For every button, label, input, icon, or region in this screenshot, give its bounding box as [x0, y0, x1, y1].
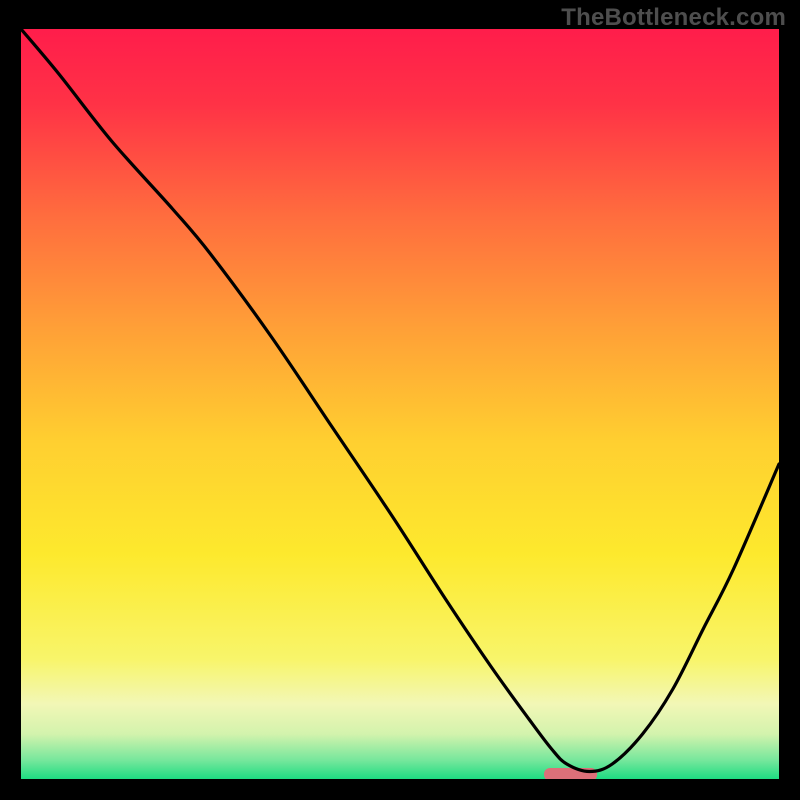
optimal-marker: [544, 768, 597, 779]
chart-container: TheBottleneck.com: [0, 0, 800, 800]
gradient-background: [21, 29, 779, 779]
plot-svg: [21, 29, 779, 779]
plot-area: [21, 29, 779, 779]
watermark-label: TheBottleneck.com: [561, 4, 786, 32]
